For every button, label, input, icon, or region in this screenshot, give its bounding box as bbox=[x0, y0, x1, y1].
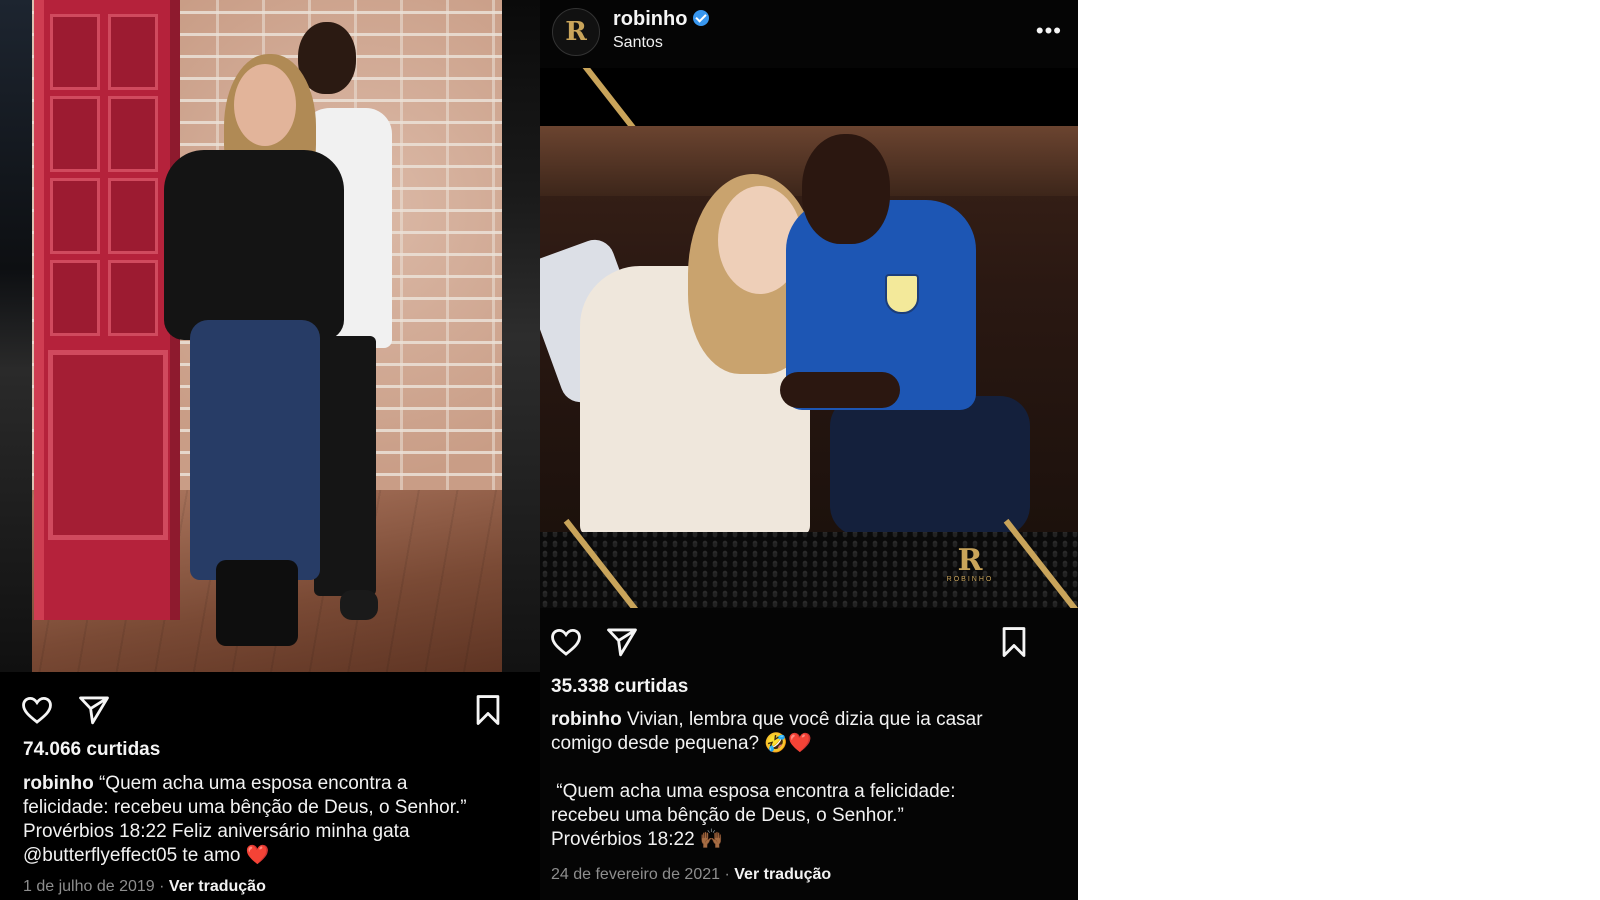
post-right-photo[interactable]: R ROBINHO bbox=[540, 68, 1078, 608]
brand-logo-letter: R bbox=[957, 543, 983, 578]
woman-top bbox=[164, 150, 344, 340]
more-options-icon[interactable]: ••• bbox=[1036, 18, 1062, 44]
post-right: R robinho Santos ••• R ROBINHO 35.338 cu… bbox=[540, 0, 1078, 900]
avatar-logo: R bbox=[565, 17, 587, 47]
heart-icon bbox=[22, 696, 52, 724]
caption-line: “Quem acha uma esposa encontra a bbox=[98, 773, 408, 794]
photo-frame-top bbox=[540, 68, 1078, 128]
like-button[interactable] bbox=[19, 692, 55, 728]
heart-icon bbox=[551, 628, 581, 656]
username-row: robinho bbox=[613, 8, 710, 31]
post-date: 1 de julho de 2019 bbox=[23, 878, 155, 895]
caption-username[interactable]: robinho bbox=[23, 773, 94, 794]
like-button[interactable] bbox=[548, 624, 584, 660]
see-translation-link[interactable]: Ver tradução bbox=[169, 878, 266, 895]
save-button[interactable] bbox=[470, 692, 506, 728]
post-date: 24 de fevereiro de 2021 bbox=[551, 866, 721, 883]
post-right-actions bbox=[540, 624, 1078, 664]
meta-separator: · bbox=[159, 878, 165, 895]
username[interactable]: robinho bbox=[613, 8, 687, 30]
caption-line: recebeu uma bênção de Deus, o Senhor.” bbox=[551, 805, 904, 826]
caption-line: Vivian, lembra que você dizia que ia cas… bbox=[626, 709, 983, 730]
brand-logo: R ROBINHO bbox=[942, 543, 998, 584]
post-meta: 1 de julho de 2019 · Ver tradução bbox=[23, 878, 266, 896]
woman-jeans bbox=[190, 320, 320, 580]
adjacent-photo-edge bbox=[0, 0, 32, 672]
caption-line bbox=[551, 756, 1071, 780]
share-button[interactable] bbox=[76, 692, 112, 728]
meta-separator: · bbox=[724, 866, 730, 883]
caption-username[interactable]: robinho bbox=[551, 709, 622, 730]
post-caption: robinho Vivian, lembra que você dizia qu… bbox=[551, 708, 1071, 852]
send-icon bbox=[607, 628, 637, 657]
caption-line: @butterflyeffect05 te amo ❤️ bbox=[23, 845, 270, 866]
caption-line: comigo desde pequena? 🤣❤️ bbox=[551, 733, 812, 754]
woman-face bbox=[234, 64, 296, 146]
post-caption: robinho “Quem acha uma esposa encontra a… bbox=[23, 772, 533, 868]
red-door bbox=[34, 0, 180, 620]
crest-icon bbox=[885, 274, 919, 314]
bookmark-icon bbox=[476, 695, 500, 725]
share-button[interactable] bbox=[604, 624, 640, 660]
post-left: 74.066 curtidas robinho “Quem acha uma e… bbox=[0, 0, 540, 900]
caption-line: Provérbios 18:22 🙌🏾 bbox=[551, 829, 724, 850]
caption-line: “Quem acha uma esposa encontra a felicid… bbox=[551, 781, 956, 802]
likes-count[interactable]: 35.338 curtidas bbox=[551, 676, 688, 698]
man-pants bbox=[314, 336, 376, 596]
see-translation-link[interactable]: Ver tradução bbox=[734, 866, 831, 883]
location[interactable]: Santos bbox=[613, 34, 663, 52]
verified-badge-icon bbox=[693, 9, 710, 26]
post-left-actions bbox=[0, 692, 540, 732]
send-icon bbox=[79, 696, 109, 725]
save-button[interactable] bbox=[996, 624, 1032, 660]
caption-line: felicidade: recebeu uma bênção de Deus, … bbox=[23, 797, 467, 818]
brand-logo-word: ROBINHO bbox=[946, 576, 994, 583]
likes-count[interactable]: 74.066 curtidas bbox=[23, 739, 160, 761]
caption-line: Provérbios 18:22 Feliz aniversário minha… bbox=[23, 821, 410, 842]
post-meta: 24 de fevereiro de 2021 · Ver tradução bbox=[551, 866, 831, 884]
couple-photo bbox=[540, 126, 1078, 532]
adjacent-photo-edge bbox=[502, 0, 540, 672]
woman-shoe bbox=[216, 560, 298, 646]
avatar[interactable]: R bbox=[552, 8, 600, 56]
bookmark-icon bbox=[1002, 627, 1026, 657]
post-left-photo[interactable] bbox=[0, 0, 540, 672]
post-header: R robinho Santos ••• bbox=[540, 0, 1078, 66]
man-shoe bbox=[340, 590, 378, 620]
